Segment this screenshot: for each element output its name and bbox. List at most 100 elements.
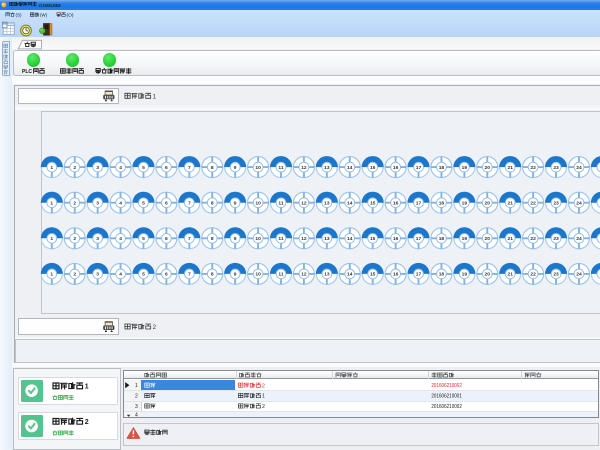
- svg-text:16: 16: [393, 201, 399, 207]
- svg-text:19: 19: [462, 201, 468, 207]
- svg-text:12: 12: [301, 272, 307, 278]
- svg-text:6: 6: [165, 165, 168, 171]
- svg-text:21: 21: [507, 272, 513, 278]
- svg-text:8: 8: [211, 272, 214, 278]
- svg-text:2: 2: [153, 324, 157, 331]
- svg-text:1: 1: [50, 272, 53, 278]
- svg-text:8: 8: [211, 165, 214, 171]
- svg-text:10: 10: [255, 236, 261, 242]
- svg-text:24: 24: [576, 272, 582, 278]
- svg-text:21: 21: [507, 236, 513, 242]
- svg-text:5: 5: [142, 201, 145, 207]
- svg-text:PLC: PLC: [22, 69, 32, 75]
- svg-text:1: 1: [85, 384, 89, 391]
- svg-text:1: 1: [153, 93, 157, 100]
- svg-text:13: 13: [324, 272, 330, 278]
- svg-text:2: 2: [85, 419, 89, 426]
- svg-text:22: 22: [530, 272, 536, 278]
- svg-text:6: 6: [165, 272, 168, 278]
- svg-text:9: 9: [234, 272, 237, 278]
- svg-text:20: 20: [485, 236, 491, 242]
- svg-text:15: 15: [370, 165, 376, 171]
- svg-text:11: 11: [278, 165, 283, 171]
- svg-text:21: 21: [507, 201, 513, 207]
- svg-text:12: 12: [301, 236, 307, 242]
- svg-text:1: 1: [50, 201, 53, 207]
- svg-text:1: 1: [262, 394, 265, 400]
- svg-text:201606210002: 201606210002: [431, 404, 462, 410]
- svg-text:12: 12: [301, 165, 307, 171]
- svg-text:14: 14: [347, 201, 353, 207]
- svg-text:11: 11: [278, 272, 283, 278]
- svg-text:10: 10: [255, 272, 261, 278]
- svg-text:1: 1: [50, 236, 53, 242]
- svg-text:201606210002: 201606210002: [431, 383, 462, 389]
- svg-text:16: 16: [393, 165, 399, 171]
- svg-text:15: 15: [370, 272, 376, 278]
- svg-text:24: 24: [576, 201, 582, 207]
- svg-text:1: 1: [50, 165, 53, 171]
- svg-text:22: 22: [530, 165, 536, 171]
- svg-text:7: 7: [188, 165, 191, 171]
- svg-text:15: 15: [370, 201, 376, 207]
- svg-text:2: 2: [262, 404, 265, 410]
- svg-text:4: 4: [119, 236, 122, 242]
- svg-text:17: 17: [416, 201, 422, 207]
- svg-text:23: 23: [553, 272, 559, 278]
- svg-text:14: 14: [347, 272, 353, 278]
- svg-text:23: 23: [553, 236, 559, 242]
- svg-text:2: 2: [73, 272, 76, 278]
- svg-text:13: 13: [324, 165, 330, 171]
- svg-text:11: 11: [278, 201, 283, 207]
- svg-text:14: 14: [347, 236, 353, 242]
- svg-text:23: 23: [553, 165, 559, 171]
- svg-text:4: 4: [119, 272, 122, 278]
- svg-text:18: 18: [439, 236, 445, 242]
- svg-text:8: 8: [211, 201, 214, 207]
- svg-text:5: 5: [142, 236, 145, 242]
- svg-text:8: 8: [211, 236, 214, 242]
- svg-text:6: 6: [165, 201, 168, 207]
- svg-text:20: 20: [485, 165, 491, 171]
- svg-text:5: 5: [142, 165, 145, 171]
- svg-text:(W): (W): [40, 13, 48, 18]
- svg-text:18: 18: [439, 272, 445, 278]
- svg-text:6: 6: [165, 236, 168, 242]
- svg-text:2: 2: [262, 383, 265, 389]
- svg-text:(O): (O): [67, 13, 75, 18]
- svg-text:4: 4: [119, 165, 122, 171]
- svg-text:3: 3: [96, 165, 99, 171]
- svg-text:13: 13: [324, 236, 330, 242]
- svg-text:19: 19: [462, 272, 468, 278]
- svg-text:19: 19: [462, 236, 468, 242]
- svg-text:(S): (S): [16, 13, 23, 18]
- svg-text:2: 2: [73, 236, 76, 242]
- svg-text:17: 17: [416, 272, 422, 278]
- svg-text:3: 3: [96, 272, 99, 278]
- svg-text:3: 3: [96, 201, 99, 207]
- svg-text:7: 7: [188, 272, 191, 278]
- svg-text:9: 9: [234, 201, 237, 207]
- svg-text:4: 4: [135, 413, 138, 419]
- svg-text:9: 9: [234, 236, 237, 242]
- svg-text:3: 3: [96, 236, 99, 242]
- svg-text:2: 2: [73, 201, 76, 207]
- svg-text:21: 21: [507, 165, 513, 171]
- svg-text:15: 15: [370, 236, 376, 242]
- svg-text:11: 11: [278, 236, 283, 242]
- svg-text:23: 23: [553, 201, 559, 207]
- svg-text:17: 17: [416, 165, 422, 171]
- svg-text:4: 4: [119, 201, 122, 207]
- svg-text:19: 19: [462, 165, 468, 171]
- svg-text:12: 12: [301, 201, 307, 207]
- svg-text:201606210001: 201606210001: [431, 394, 462, 400]
- svg-text:2: 2: [73, 165, 76, 171]
- svg-text:16: 16: [393, 236, 399, 242]
- svg-text:1: 1: [135, 383, 138, 389]
- svg-text:18: 18: [439, 201, 445, 207]
- svg-text:16: 16: [393, 272, 399, 278]
- svg-text:2: 2: [135, 394, 138, 400]
- svg-text:10: 10: [255, 201, 261, 207]
- svg-text:7: 7: [188, 201, 191, 207]
- svg-text:24: 24: [576, 236, 582, 242]
